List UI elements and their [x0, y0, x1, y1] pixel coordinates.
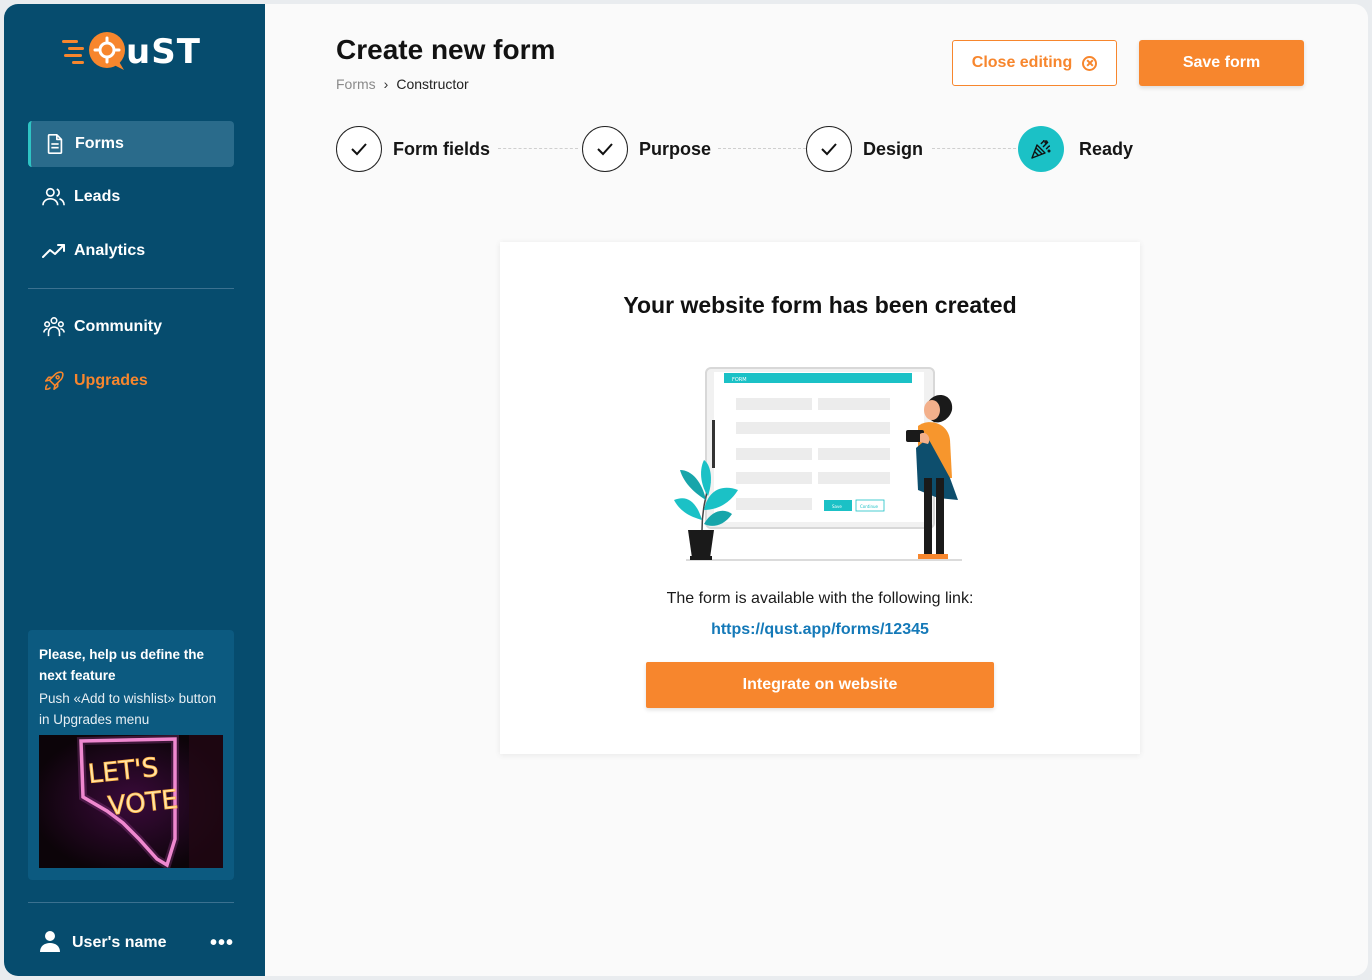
logo[interactable]: uST — [62, 30, 201, 74]
form-illustration: FORM Save Continue — [666, 360, 966, 565]
sidebar-item-label: Leads — [74, 188, 121, 205]
check-icon — [806, 126, 852, 172]
step-design[interactable]: Design — [806, 125, 923, 173]
success-title: Your website form has been created — [623, 292, 1017, 318]
user-name: User's name — [72, 934, 167, 951]
chevron-right-icon: › — [383, 76, 389, 92]
sidebar-item-upgrades[interactable]: Upgrades — [28, 358, 234, 404]
user-profile[interactable]: User's name ••• — [38, 928, 234, 958]
sidebar-item-label: Community — [74, 318, 162, 335]
success-card: Your website form has been created FORM … — [500, 242, 1140, 754]
sidebar-divider — [28, 288, 234, 289]
step-label: Form fields — [393, 138, 491, 159]
trend-up-icon — [42, 239, 66, 263]
check-icon — [336, 126, 382, 172]
step-connector — [498, 148, 578, 149]
step-connector — [718, 148, 806, 149]
users-icon — [42, 185, 66, 209]
step-ready[interactable]: Ready — [1018, 125, 1133, 173]
sidebar-item-analytics[interactable]: Analytics — [28, 228, 234, 274]
more-dots-icon[interactable]: ••• — [210, 932, 234, 955]
logo-text: uST — [126, 32, 201, 72]
integrate-button[interactable]: Integrate on website — [646, 662, 994, 708]
sidebar-divider — [28, 902, 234, 903]
sidebar-item-forms[interactable]: Forms — [28, 121, 234, 167]
promo-image[interactable]: LET'S VOTE — [39, 735, 223, 868]
close-circle-icon — [1082, 55, 1098, 71]
sidebar-item-label: Analytics — [74, 242, 146, 259]
svg-text:Continue: Continue — [860, 504, 879, 509]
sidebar-item-community[interactable]: Community — [28, 304, 234, 350]
close-editing-label: Close editing — [971, 54, 1073, 71]
breadcrumb-item-constructor: Constructor — [396, 76, 469, 92]
promo-title: Please, help us define the next feature — [39, 647, 205, 683]
breadcrumb: Forms › Constructor — [336, 76, 469, 92]
user-avatar-icon — [38, 929, 62, 958]
form-link[interactable]: https://qust.app/forms/12345 — [500, 621, 1140, 639]
link-description: The form is available with the following… — [666, 590, 974, 607]
party-popper-icon — [1018, 126, 1064, 172]
app-window: uST Forms Leads Analytics Community Upgr… — [4, 4, 1368, 976]
close-editing-button[interactable]: Close editing — [952, 40, 1117, 86]
breadcrumb-item-forms[interactable]: Forms — [336, 76, 376, 92]
document-icon — [43, 132, 67, 156]
check-icon — [582, 126, 628, 172]
sidebar: uST Forms Leads Analytics Community Upgr… — [4, 4, 265, 976]
page-title: Create new form — [336, 34, 556, 65]
rocket-icon — [42, 369, 66, 393]
step-label: Design — [863, 138, 924, 159]
step-connector — [932, 148, 1016, 149]
promo-text: Push «Add to wishlist» button in Upgrade… — [39, 691, 217, 727]
promo-card: Please, help us define the next feature … — [28, 630, 234, 880]
save-form-button[interactable]: Save form — [1139, 40, 1304, 86]
step-form-fields[interactable]: Form fields — [336, 125, 490, 173]
logo-icon — [62, 30, 128, 74]
step-purpose[interactable]: Purpose — [582, 125, 711, 173]
step-label: Purpose — [639, 138, 712, 159]
sidebar-item-leads[interactable]: Leads — [28, 174, 234, 220]
step-label: Ready — [1079, 138, 1134, 159]
community-icon — [42, 315, 66, 339]
svg-text:FORM: FORM — [732, 377, 747, 383]
svg-text:Save: Save — [832, 504, 842, 509]
sidebar-item-label: Forms — [75, 135, 124, 152]
sidebar-item-label: Upgrades — [74, 372, 148, 389]
